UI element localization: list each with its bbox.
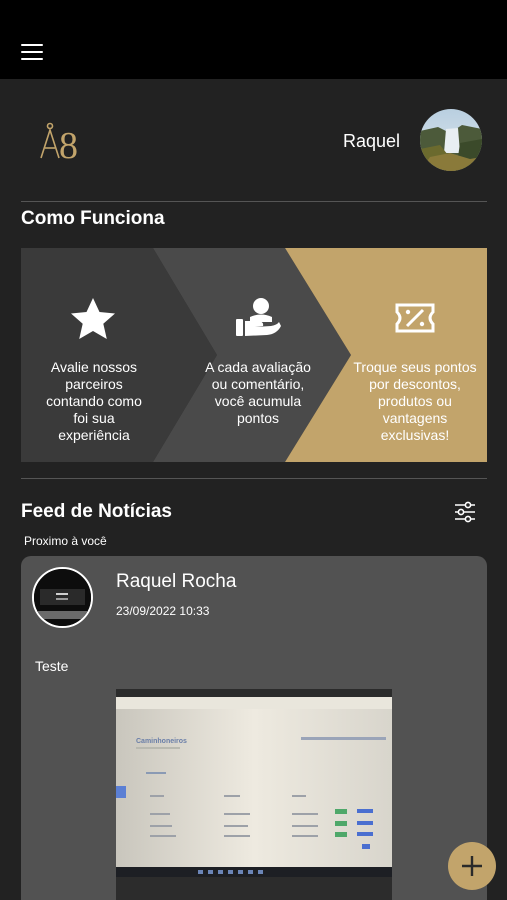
post-text: Teste bbox=[35, 658, 69, 674]
hamburger-menu-icon[interactable] bbox=[21, 43, 45, 61]
svg-text:8: 8 bbox=[59, 125, 78, 162]
feed-subtitle: Proximo à você bbox=[24, 534, 107, 548]
add-post-button[interactable] bbox=[448, 842, 496, 890]
how-it-works-title: Como Funciona bbox=[21, 208, 165, 229]
post-image-caption: Caminhoneiros bbox=[136, 738, 187, 745]
feed-post-card[interactable]: Raquel Rocha 23/09/2022 10:33 Teste Cami… bbox=[21, 556, 487, 900]
post-author-name[interactable]: Raquel Rocha bbox=[116, 571, 236, 593]
brand-logo: 8 bbox=[40, 122, 78, 162]
section-divider bbox=[21, 201, 487, 202]
sliders-icon[interactable] bbox=[453, 500, 477, 524]
top-app-bar bbox=[0, 0, 507, 79]
how-it-works-steps: Avalie nossos parceiros contando como fo… bbox=[21, 248, 487, 462]
post-image[interactable]: Caminhoneiros bbox=[116, 689, 392, 900]
section-divider bbox=[21, 478, 487, 479]
step-2-text: A cada avaliação ou comentário, você acu… bbox=[205, 359, 311, 426]
step-1-text: Avalie nossos parceiros contando como fo… bbox=[46, 359, 142, 443]
step-3-text: Troque seus pontos por descontos, produt… bbox=[353, 359, 477, 443]
post-date: 23/09/2022 10:33 bbox=[116, 604, 210, 618]
plus-icon bbox=[462, 856, 482, 876]
feed-title: Feed de Notícias bbox=[21, 501, 172, 522]
user-avatar[interactable] bbox=[420, 109, 482, 171]
post-author-avatar[interactable] bbox=[32, 567, 93, 628]
user-name: Raquel bbox=[342, 131, 400, 151]
